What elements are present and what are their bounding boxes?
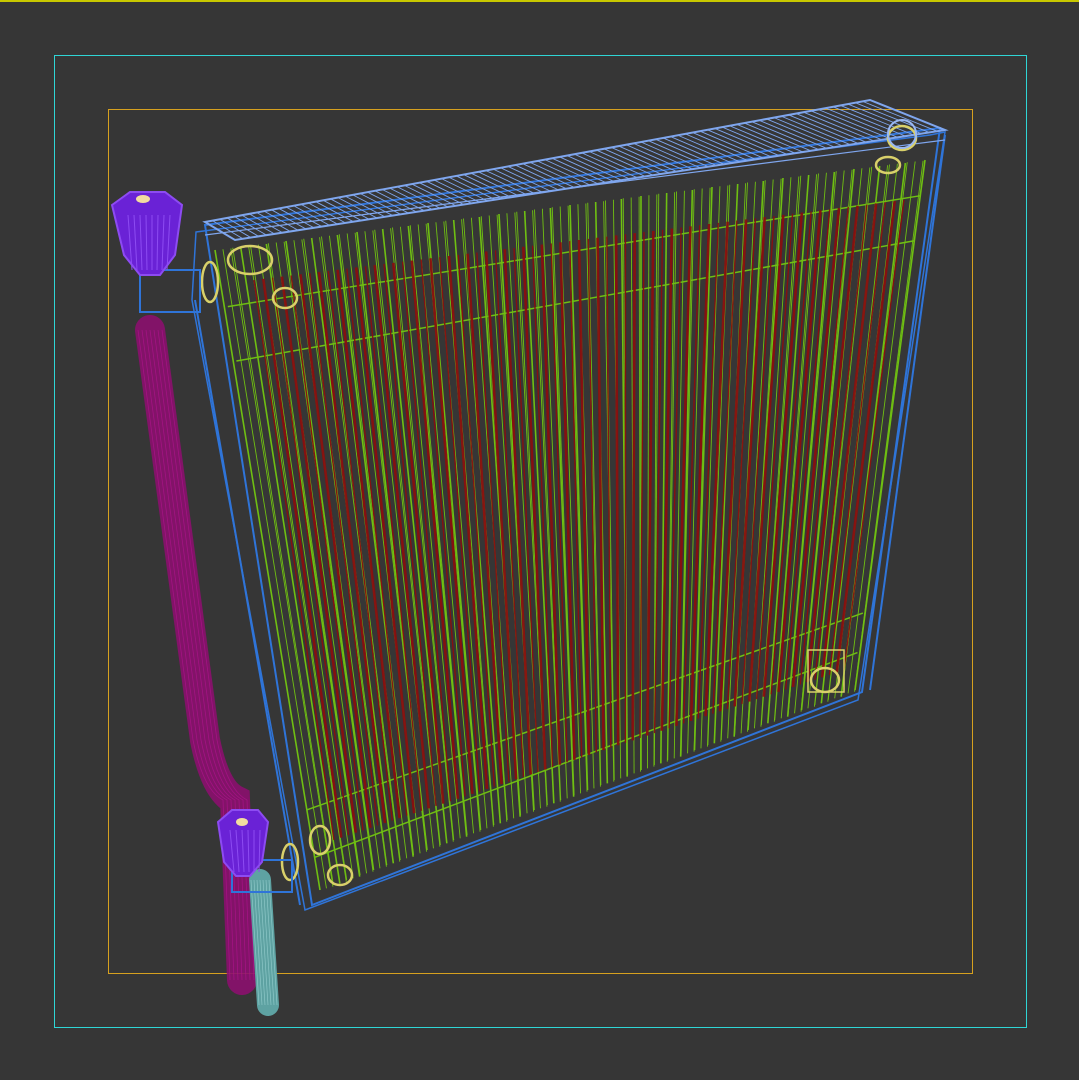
grille-slat	[810, 110, 883, 141]
grille-slat	[788, 114, 859, 144]
fin-line	[794, 170, 845, 714]
grille-slat	[529, 161, 583, 187]
fitting-ring	[874, 155, 902, 175]
magenta-pipe	[135, 315, 257, 995]
grille-slat	[869, 99, 946, 131]
fitting-ring	[200, 260, 220, 304]
grille-slat	[537, 160, 591, 186]
grille-slat	[818, 109, 890, 139]
wireframe-viewport[interactable]	[0, 0, 1079, 1080]
grille-slat	[544, 159, 599, 185]
radiator-wireframe-model[interactable]	[0, 0, 1079, 1080]
grille-slat	[781, 115, 851, 146]
grille-slat	[758, 119, 827, 149]
upper-cap-top	[136, 195, 150, 203]
grille-slat	[773, 117, 843, 147]
grille-outline	[202, 98, 949, 242]
horizontal-band	[314, 651, 858, 859]
grille-slat	[795, 113, 867, 143]
lower-cap-top	[236, 818, 248, 826]
top-grille	[202, 98, 949, 242]
upper-valve-body	[139, 269, 201, 313]
grille-slat	[522, 163, 575, 188]
grille-slat	[722, 126, 788, 155]
core-line	[587, 238, 597, 753]
core-line	[540, 244, 562, 765]
grille-slat	[515, 164, 567, 190]
grille-slat	[729, 125, 796, 154]
core-line	[747, 214, 785, 702]
grille-slat	[441, 178, 488, 202]
grille-slat	[507, 166, 559, 191]
core-line	[550, 243, 568, 763]
core-line	[631, 233, 637, 741]
supply-pipes	[135, 315, 279, 1016]
grille-slat	[803, 111, 875, 142]
grille-slat	[766, 118, 835, 148]
core-line	[354, 267, 416, 814]
horizontal-band	[306, 612, 864, 811]
core-line	[614, 235, 620, 746]
grille-slat	[825, 107, 898, 138]
core-line	[828, 202, 887, 675]
grille-slat	[744, 122, 812, 152]
core-line	[689, 223, 711, 722]
fin-line	[767, 174, 810, 724]
fin-line	[250, 245, 348, 881]
grille-slat	[751, 121, 819, 150]
fin-line	[693, 186, 713, 751]
grille-slat	[736, 123, 804, 153]
